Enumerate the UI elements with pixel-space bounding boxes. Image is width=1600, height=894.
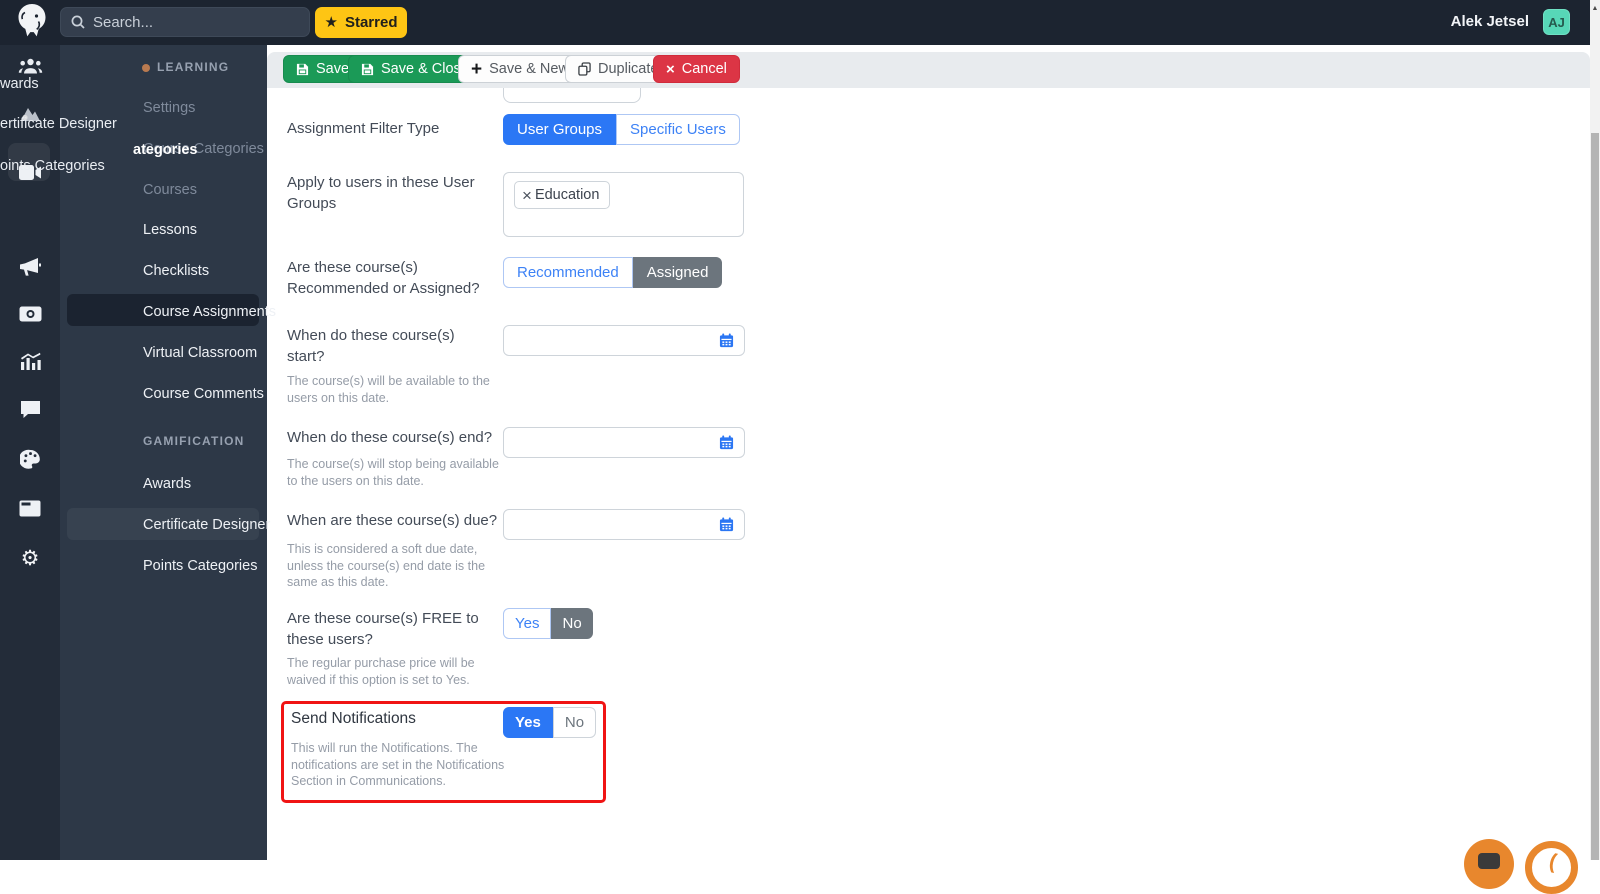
sidebar-item-courses[interactable]: Courses [143,182,197,198]
learning-flyout-menu: LEARNING Settings Course Categories ateg… [60,45,276,860]
transition-text-fragment: ategories [133,142,198,158]
main-content: Save Save & Close + Save & New Duplicate… [267,45,1590,860]
palette-icon[interactable] [0,444,60,474]
free-label: Are these course(s) FREE to these users? [287,610,479,648]
plus-icon: + [471,58,483,80]
free-help: The regular purchase price will be waive… [287,656,475,687]
filter-type-option-specific-users[interactable]: Specific Users [616,114,740,145]
floppy-icon [296,63,309,75]
end-date-input[interactable] [503,427,745,458]
start-date-input[interactable] [503,325,745,356]
floppy-icon [361,63,374,75]
sidebar-item-certificate-designer[interactable]: Certificate Designer [143,517,270,533]
scrollbar-up-icon[interactable]: ▲ [1590,1,1600,15]
icon-rail-sidebar: ⚙ [0,45,60,860]
copy-icon [578,62,591,76]
image-mountain-icon[interactable] [0,98,60,128]
start-date-label: When do these course(s) start? [287,327,455,365]
analytics-chart-icon[interactable] [0,346,60,376]
duplicate-label: Duplicate [598,61,659,77]
scrollbar-track[interactable]: ▲ [1590,0,1600,860]
avatar[interactable]: AJ [1543,9,1570,35]
filter-type-label: Assignment Filter Type [287,120,440,137]
rec-assigned-option-recommended[interactable]: Recommended [503,257,633,288]
notifications-label: Send Notifications [291,710,416,727]
calendar-icon[interactable] [719,435,734,450]
chat-icon[interactable] [0,394,60,424]
notifications-option-no[interactable]: No [552,707,597,738]
chat-bubble-icon [1478,853,1500,869]
start-date-help: The course(s) will be available to the u… [287,374,490,405]
calendar-icon[interactable] [719,333,734,348]
video-icon[interactable] [0,157,60,187]
cancel-label: Cancel [681,61,727,77]
save-label: Save [316,61,350,77]
search-placeholder: Search... [93,13,154,31]
clipped-input-fragment[interactable] [503,88,641,103]
starred-button[interactable]: ★ Starred [315,7,407,38]
due-date-label: When are these course(s) due? [287,512,498,529]
sidebar-item-course-assignments[interactable]: Course Assignments [143,304,276,320]
learning-section-header: LEARNING [157,60,230,74]
notifications-toggle: Yes No [503,707,597,738]
sidebar-item-points-categories[interactable]: Points Categories [143,558,257,574]
end-date-help: The course(s) will stop being available … [287,457,499,488]
due-date-input[interactable] [503,509,745,540]
help-widget-button[interactable]: ( [1525,841,1578,894]
save-close-label: Save & Close [381,61,469,77]
calendar-icon[interactable] [719,517,734,532]
sidebar-item-course-comments[interactable]: Course Comments [143,386,264,402]
sidebar-item-checklists[interactable]: Checklists [143,263,209,279]
users-icon[interactable] [0,51,60,81]
rec-assigned-option-assigned[interactable]: Assigned [632,257,723,288]
rec-assigned-label: Are these course(s) Recommended or Assig… [287,259,480,297]
notifications-option-yes[interactable]: Yes [503,707,553,738]
top-navbar: Search... ★ Starred Alek Jetsel AJ [0,0,1592,45]
gamification-section-header: GAMIFICATION [143,434,245,448]
user-group-tag-label: Education [534,187,600,203]
user-group-tag[interactable]: × Education [514,181,611,209]
save-new-button[interactable]: + Save & New [458,55,582,83]
end-date-label: When do these course(s) end? [287,429,493,446]
free-toggle: Yes No [503,608,593,639]
cancel-button[interactable]: × Cancel [653,55,740,83]
notifications-help: This will run the Notifications. The not… [291,741,505,788]
sidebar-item-awards[interactable]: Awards [143,476,191,492]
sidebar-item-settings[interactable]: Settings [143,100,195,116]
sidebar-item-lessons[interactable]: Lessons [143,222,197,238]
elephant-logo-icon[interactable] [15,3,49,41]
user-groups-label: Apply to users in these User Groups [287,174,475,212]
window-icon[interactable] [0,493,60,523]
rec-assigned-toggle: Recommended Assigned [503,257,723,288]
user-name[interactable]: Alek Jetsel [1451,13,1529,30]
starred-label: Starred [344,14,398,31]
x-icon: × [666,60,675,78]
filter-type-toggle: User Groups Specific Users [503,114,740,145]
free-option-no[interactable]: No [551,608,593,639]
remove-tag-icon[interactable]: × [522,187,532,204]
chat-widget-button[interactable] [1464,839,1514,889]
save-new-label: Save & New [489,61,569,77]
section-dot-icon [142,64,150,72]
filter-type-option-user-groups[interactable]: User Groups [503,114,617,145]
clock-hand-icon: ( [1547,849,1559,874]
megaphone-icon[interactable] [0,252,60,282]
settings-gear-icon[interactable]: ⚙ [0,543,60,573]
free-option-yes[interactable]: Yes [503,608,552,639]
due-date-help: This is considered a soft due date, unle… [287,542,486,589]
search-icon [71,15,85,29]
user-groups-multiselect[interactable]: × Education [503,172,744,237]
money-icon[interactable] [0,299,60,329]
search-input[interactable]: Search... [60,7,310,37]
sidebar-item-virtual-classroom[interactable]: Virtual Classroom [143,345,257,361]
star-icon: ★ [324,13,338,31]
scrollbar-thumb[interactable] [1591,133,1599,860]
